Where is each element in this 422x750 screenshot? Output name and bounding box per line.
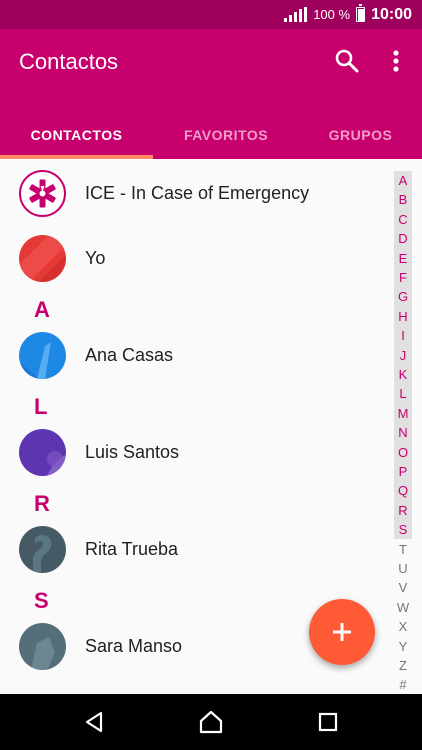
recents-button[interactable] xyxy=(314,708,342,736)
index-letter[interactable]: R xyxy=(394,501,412,520)
more-vert-icon xyxy=(393,50,399,72)
avatar xyxy=(19,526,66,573)
avatar xyxy=(19,235,66,282)
index-letter[interactable]: J xyxy=(394,346,412,365)
back-icon xyxy=(85,711,103,733)
list-item-label: Luis Santos xyxy=(85,441,180,462)
alphabet-index[interactable]: A B C D E F G H I J K L M N O P Q R S T U V W X Y Z # xyxy=(394,171,412,693)
index-letter[interactable]: W xyxy=(394,598,412,617)
index-letter[interactable]: C xyxy=(394,210,412,229)
index-letter[interactable]: V xyxy=(394,578,412,597)
index-letter[interactable]: Y xyxy=(394,637,412,656)
search-button[interactable] xyxy=(333,47,361,75)
index-letter[interactable]: E xyxy=(394,249,412,268)
tab-grupos[interactable]: GRUPOS xyxy=(299,110,422,159)
more-options-button[interactable] xyxy=(386,47,406,75)
index-letter[interactable]: B xyxy=(394,190,412,209)
battery-icon xyxy=(356,4,366,22)
ice-icon xyxy=(19,170,66,217)
index-letter[interactable]: H xyxy=(394,307,412,326)
section-header: L xyxy=(34,394,48,419)
index-letter[interactable]: N xyxy=(394,423,412,442)
list-item-me[interactable]: Yo xyxy=(0,226,394,290)
status-bar: 100 % 10:00 xyxy=(0,0,422,29)
tab-contactos[interactable]: CONTACTOS xyxy=(0,110,153,159)
avatar xyxy=(19,332,66,379)
list-item-label: Ana Casas xyxy=(85,344,174,365)
list-item-contact[interactable]: Rita Trueba xyxy=(0,517,394,581)
list-item-label: ICE - In Case of Emergency xyxy=(85,182,310,203)
add-icon xyxy=(333,623,351,641)
home-button[interactable] xyxy=(197,708,225,736)
index-letter[interactable]: Z xyxy=(394,656,412,675)
tab-favoritos[interactable]: FAVORITOS xyxy=(153,110,299,159)
index-letter[interactable]: O xyxy=(394,443,412,462)
index-letter[interactable]: L xyxy=(394,384,412,403)
avatar xyxy=(19,623,66,670)
list-item-label: Rita Trueba xyxy=(85,538,179,559)
list-item-ice[interactable]: ICE - In Case of Emergency xyxy=(0,161,394,225)
clock: 10:00 xyxy=(371,5,412,23)
index-letter[interactable]: P xyxy=(394,462,412,481)
index-letter[interactable]: U xyxy=(394,559,412,578)
tab-bar: CONTACTOS FAVORITOS GRUPOS xyxy=(0,110,422,159)
index-letter[interactable]: I xyxy=(394,326,412,345)
index-letter[interactable]: X xyxy=(394,617,412,636)
list-item-label: Sara Manso xyxy=(85,635,183,656)
navigation-bar xyxy=(0,694,422,750)
section-header: R xyxy=(34,491,50,516)
section-header: A xyxy=(34,297,50,322)
avatar xyxy=(19,429,66,476)
app-bar: Contactos CONTACTOS FAVORITOS GRUPOS xyxy=(0,29,422,159)
index-letter[interactable]: S xyxy=(394,520,412,539)
list-item-label: Yo xyxy=(85,247,106,268)
index-letter[interactable]: A xyxy=(394,171,412,190)
home-icon xyxy=(199,710,223,734)
recents-icon xyxy=(318,712,338,732)
status-indicators: 100 % 10:00 xyxy=(284,0,412,29)
battery-percentage: 100 % xyxy=(313,7,351,22)
index-letter[interactable]: K xyxy=(394,365,412,384)
index-letter[interactable]: # xyxy=(394,675,412,694)
index-letter[interactable]: M xyxy=(394,404,412,423)
index-letter[interactable]: G xyxy=(394,287,412,306)
list-item-contact[interactable]: Luis Santos xyxy=(0,420,394,484)
section-header: S xyxy=(34,588,49,613)
search-icon xyxy=(335,49,359,73)
index-letter[interactable]: Q xyxy=(394,481,412,500)
index-letter[interactable]: F xyxy=(394,268,412,287)
back-button[interactable] xyxy=(81,708,109,736)
signal-icon xyxy=(284,7,308,22)
page-title: Contactos xyxy=(19,49,119,74)
add-contact-button[interactable] xyxy=(309,599,375,665)
index-letter[interactable]: D xyxy=(394,229,412,248)
list-item-contact[interactable]: Ana Casas xyxy=(0,323,394,387)
index-letter[interactable]: T xyxy=(394,540,412,559)
